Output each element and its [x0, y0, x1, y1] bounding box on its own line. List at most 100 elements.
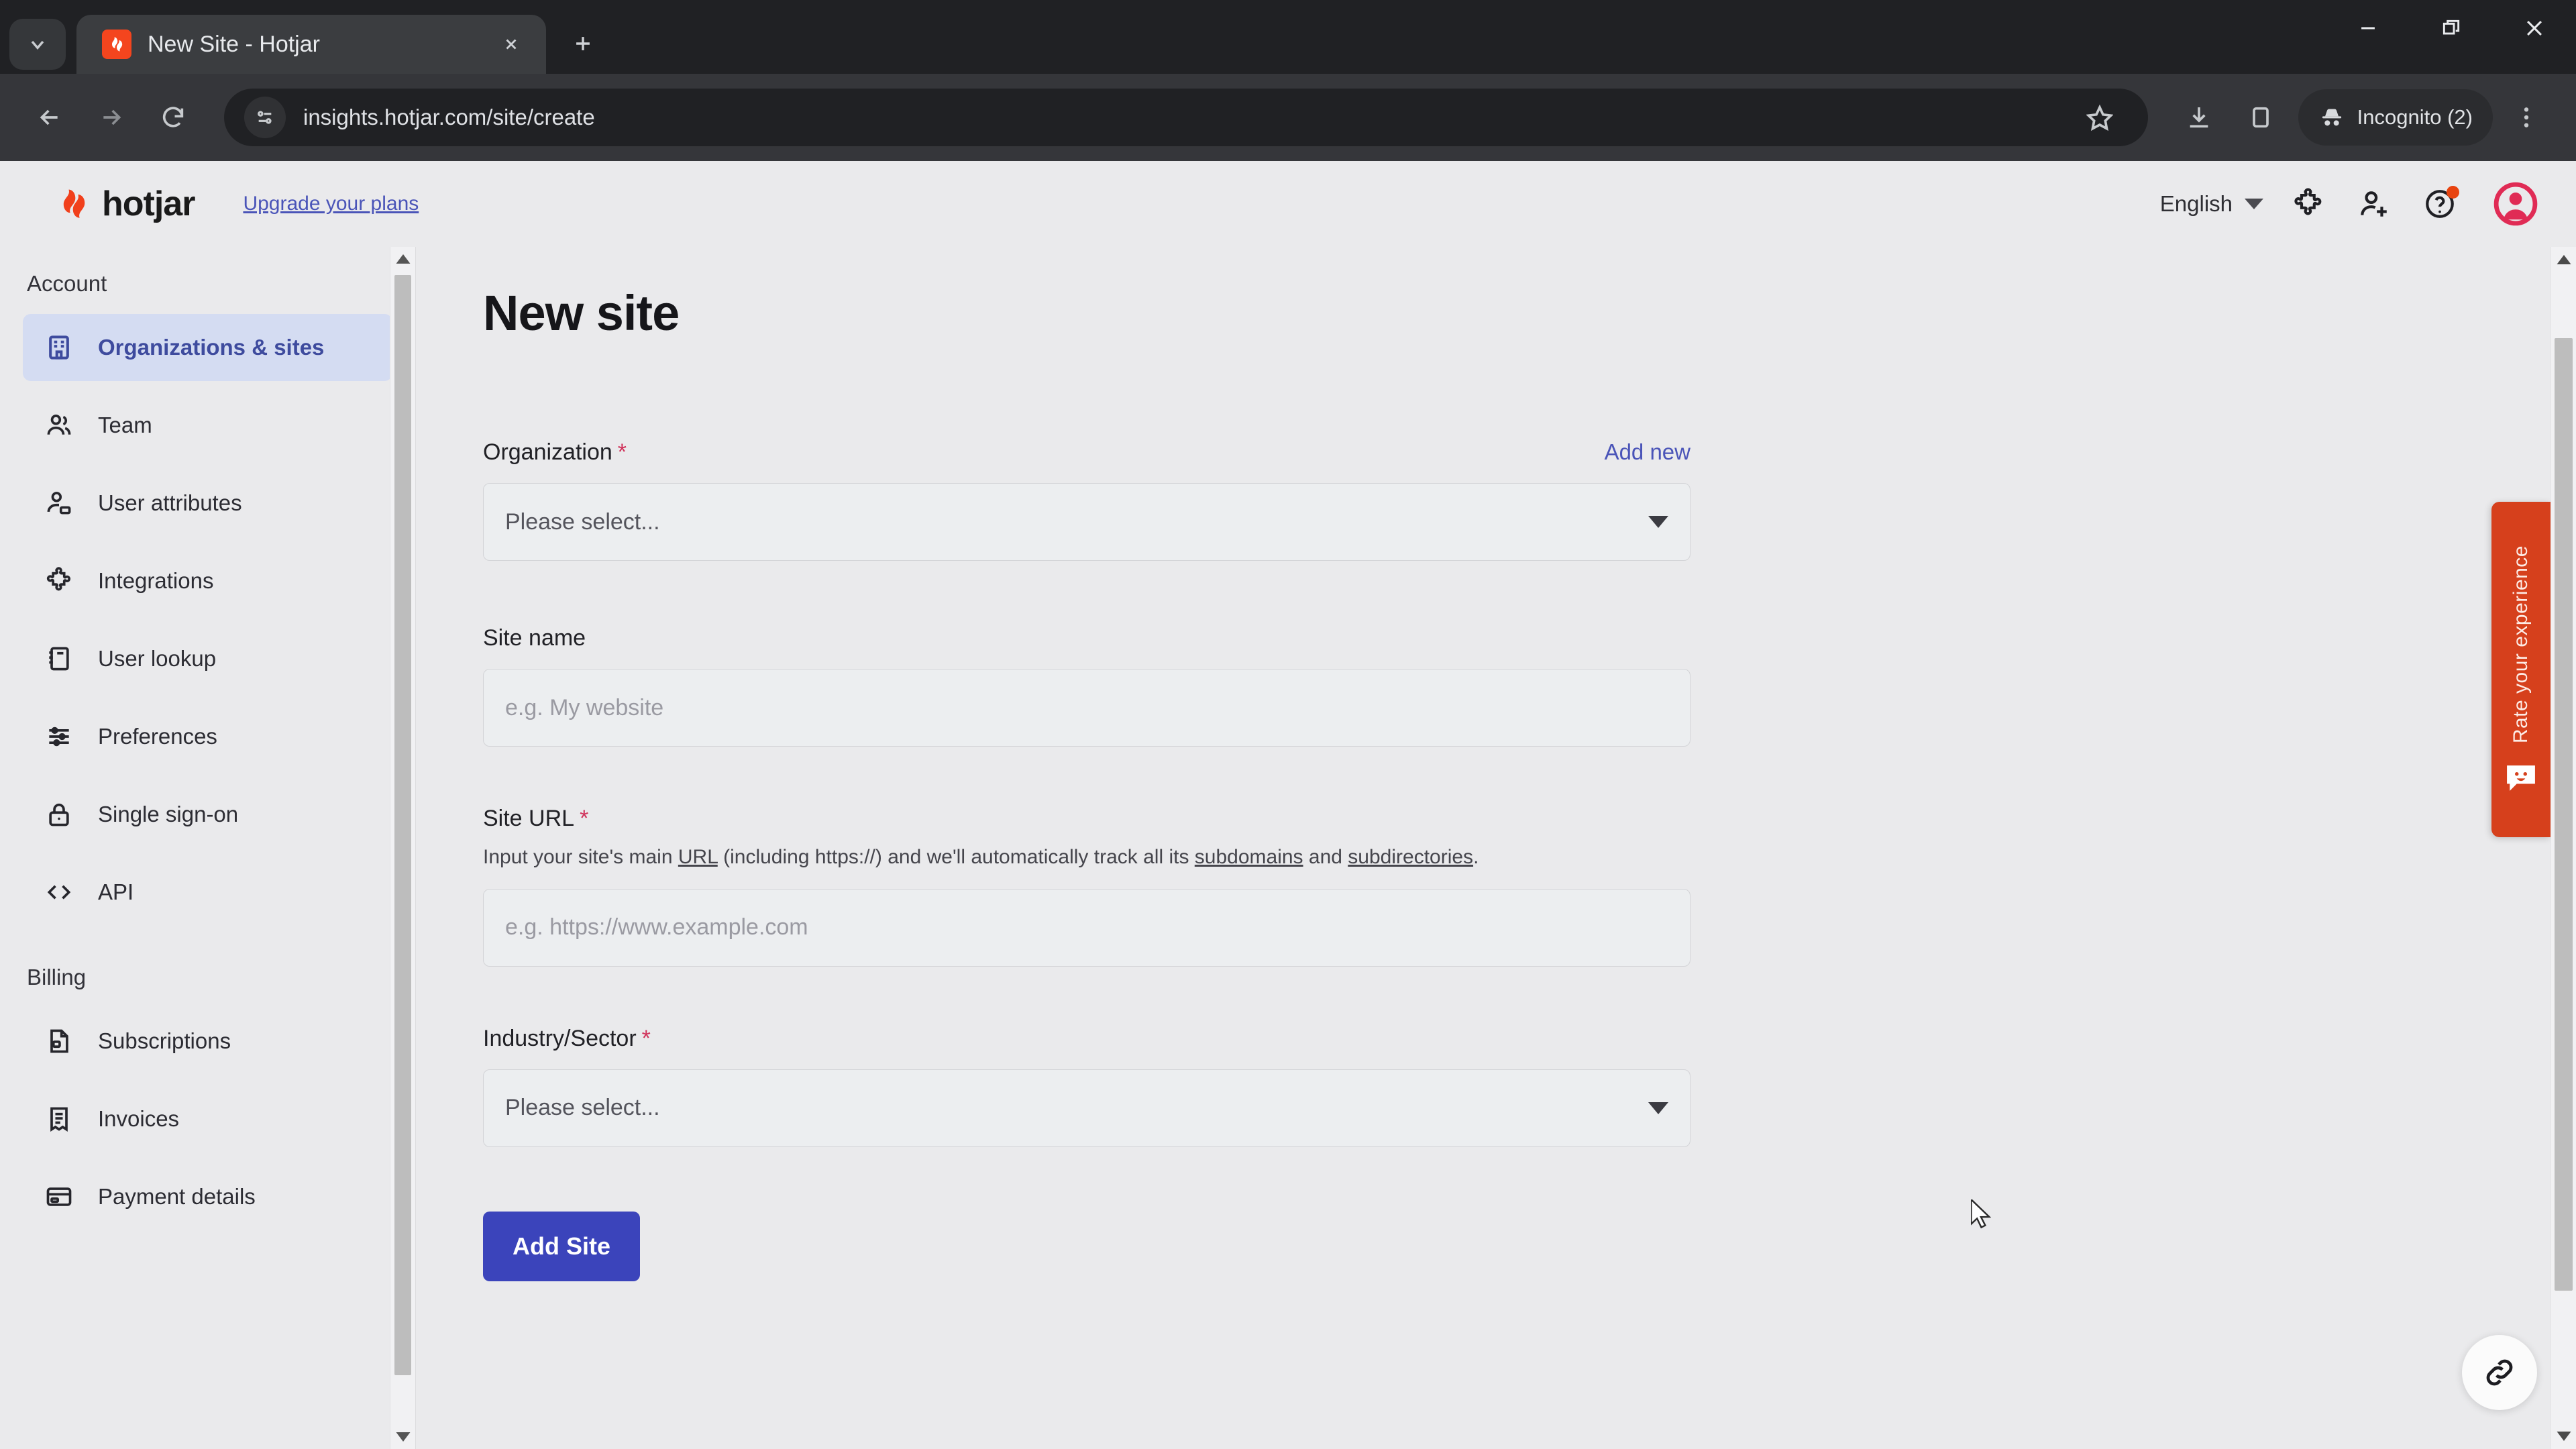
reload-button[interactable]	[145, 89, 201, 146]
browser-menu-button[interactable]	[2498, 89, 2555, 146]
subdirectories-help-link[interactable]: subdirectories	[1348, 846, 1473, 868]
sidebar-item-payment-details[interactable]: Payment details	[23, 1163, 392, 1230]
window-controls	[2326, 0, 2576, 74]
sidebar-scrollbar[interactable]	[390, 247, 415, 1449]
sidebar-item-label: User attributes	[98, 490, 242, 515]
tab-title: New Site - Hotjar	[148, 31, 320, 57]
main-scrollbar[interactable]	[2551, 247, 2576, 1449]
required-marker: *	[641, 1025, 651, 1051]
help-prefix: Input your site's main	[483, 846, 678, 868]
rate-experience-tab[interactable]: Rate your experience	[2491, 502, 2551, 837]
industry-select-value: Please select...	[505, 1095, 660, 1120]
sidebar-item-invoices[interactable]: Invoices	[23, 1085, 392, 1152]
arrow-left-icon	[40, 109, 58, 125]
field-site-url: Site URL * Input your site's main URL (i…	[483, 806, 1690, 967]
organization-select[interactable]: Please select...	[483, 483, 1690, 561]
sidebar-item-subscriptions[interactable]: Subscriptions	[23, 1008, 392, 1075]
main-scrollbar-thumb[interactable]	[2555, 338, 2573, 1291]
sidebar-scroll-area: Account Organizations & sites Team User …	[0, 247, 415, 1230]
hotjar-flame-logo	[63, 189, 85, 218]
help-button[interactable]	[2419, 183, 2461, 225]
sidebar-item-organizations-sites[interactable]: Organizations & sites	[23, 314, 392, 381]
puzzle-piece-icon	[43, 565, 75, 597]
back-button[interactable]	[21, 89, 78, 146]
caret-up-icon	[396, 254, 410, 264]
downloads-button[interactable]	[2171, 89, 2227, 146]
main-scroll-down-button[interactable]	[2551, 1424, 2576, 1449]
address-bar[interactable]: insights.hotjar.com/site/create	[224, 89, 2148, 146]
organization-select-value: Please select...	[505, 508, 660, 535]
add-new-organization-link[interactable]: Add new	[1605, 439, 1690, 465]
sidebar-scrollbar-thumb[interactable]	[394, 275, 411, 1375]
add-user-icon	[2361, 191, 2387, 217]
caret-down-icon	[2557, 1432, 2571, 1441]
mouse-cursor	[1971, 1199, 1991, 1229]
forward-button[interactable]	[83, 89, 140, 146]
close-window-button[interactable]	[2493, 0, 2576, 56]
browser-window: New Site - Hotjar insights.hotjar.com/si…	[0, 0, 2576, 1449]
notebook-icon	[43, 643, 75, 675]
sidebar: Account Organizations & sites Team User …	[0, 247, 416, 1449]
site-name-placeholder: e.g. My website	[505, 694, 664, 720]
sidebar-item-single-sign-on[interactable]: Single sign-on	[23, 781, 392, 848]
url-text: insights.hotjar.com/site/create	[303, 105, 595, 129]
tab-search-button[interactable]	[9, 19, 66, 70]
sidebar-item-user-attributes[interactable]: User attributes	[23, 470, 392, 537]
restore-window-button[interactable]	[2410, 0, 2493, 56]
form-container: New site Organization * Add new Please s…	[416, 284, 1758, 1281]
close-tab-button[interactable]	[494, 27, 529, 62]
sidebar-item-label: API	[98, 879, 134, 904]
sidebar-item-preferences[interactable]: Preferences	[23, 703, 392, 770]
add-site-button[interactable]: Add Site	[483, 1211, 641, 1281]
app-header: hotjar Upgrade your plans English	[0, 161, 2576, 247]
download-icon	[2190, 107, 2208, 128]
sidebar-item-api[interactable]: API	[23, 859, 392, 926]
app-body: Account Organizations & sites Team User …	[0, 247, 2576, 1449]
receipt-icon	[43, 1103, 75, 1135]
sidebar-item-label: Invoices	[98, 1106, 180, 1131]
bookmark-button[interactable]	[2072, 89, 2128, 146]
incognito-indicator[interactable]: Incognito (2)	[2298, 89, 2493, 146]
close-icon	[506, 39, 517, 50]
site-info-button[interactable]	[244, 97, 286, 138]
brand-name: hotjar	[102, 184, 195, 223]
site-url-label: Site URL	[483, 806, 575, 831]
sidebar-item-label: Integrations	[98, 568, 214, 593]
main-scroll-up-button[interactable]	[2551, 247, 2576, 272]
site-url-input[interactable]: e.g. https://www.example.com	[483, 888, 1690, 967]
sidebar-item-label: Payment details	[98, 1184, 256, 1209]
sidebar-item-user-lookup[interactable]: User lookup	[23, 625, 392, 692]
site-name-input[interactable]: e.g. My website	[483, 669, 1690, 747]
incognito-label: Incognito (2)	[2357, 105, 2473, 129]
organization-label: Organization	[483, 439, 612, 465]
sidebar-item-team[interactable]: Team	[23, 392, 392, 459]
hotjar-logo[interactable]: hotjar	[56, 184, 195, 224]
url-help-link[interactable]: URL	[678, 846, 718, 868]
language-selector[interactable]: English	[2160, 191, 2263, 217]
caret-up-icon	[2557, 255, 2571, 264]
caret-down-icon	[1648, 1102, 1668, 1114]
building-icon	[43, 331, 75, 364]
sidebar-scroll-down-button[interactable]	[390, 1425, 415, 1449]
help-notification-badge	[2447, 186, 2459, 199]
invite-user-button[interactable]	[2353, 183, 2395, 225]
industry-select[interactable]: Please select...	[483, 1069, 1690, 1147]
sidebar-item-integrations[interactable]: Integrations	[23, 547, 392, 614]
side-panel-icon	[2252, 107, 2269, 128]
close-window-icon	[2526, 20, 2542, 36]
upgrade-plans-link[interactable]: Upgrade your plans	[243, 193, 419, 215]
subdomains-help-link[interactable]: subdomains	[1195, 846, 1303, 868]
browser-tab[interactable]: New Site - Hotjar	[76, 15, 546, 74]
integrations-button[interactable]	[2288, 183, 2329, 225]
user-avatar-icon[interactable]	[2493, 181, 2538, 227]
new-tab-button[interactable]	[561, 21, 605, 66]
sidebar-item-label: User lookup	[98, 646, 217, 671]
document-lock-icon	[43, 1025, 75, 1057]
sidebar-scroll-up-button[interactable]	[390, 247, 415, 271]
copy-link-button[interactable]	[2462, 1335, 2537, 1410]
sliders-icon	[43, 720, 75, 753]
side-panel-button[interactable]	[2233, 89, 2289, 146]
reload-icon	[162, 107, 184, 127]
minimize-window-button[interactable]	[2326, 0, 2410, 56]
site-url-placeholder: e.g. https://www.example.com	[505, 914, 808, 940]
